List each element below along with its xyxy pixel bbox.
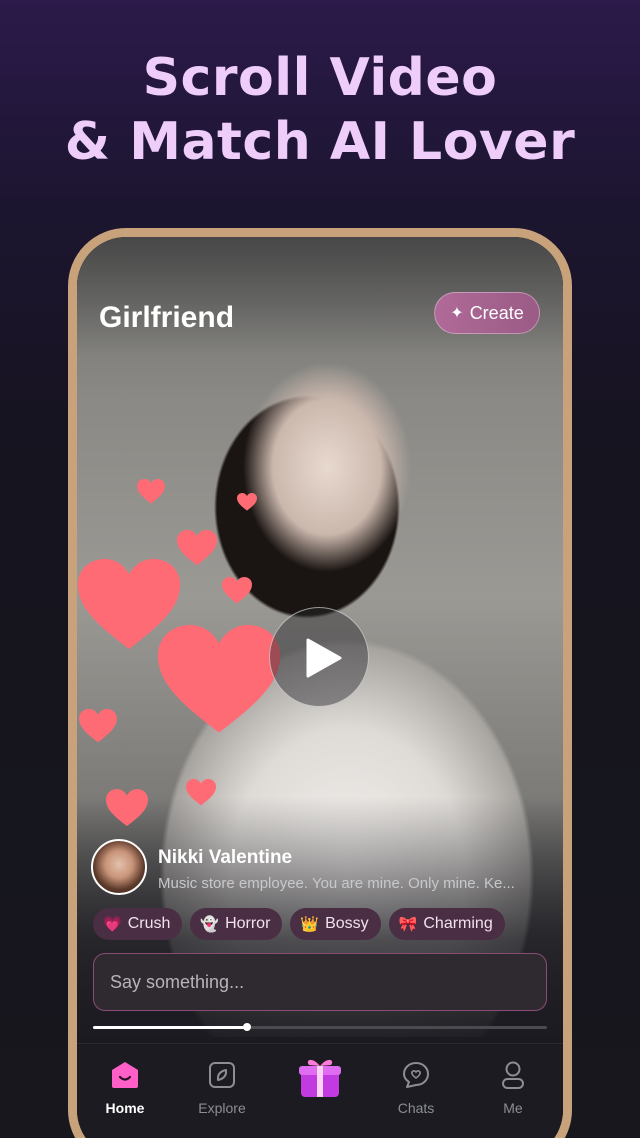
heart-icon <box>137 479 165 504</box>
promo-title: Scroll Video & Match AI Lover <box>0 46 640 174</box>
chats-icon <box>403 1062 429 1088</box>
heart-icon <box>222 577 252 604</box>
ghost-emoji-icon: 👻 <box>200 916 220 933</box>
tag-charming[interactable]: 🎀 Charming <box>388 908 505 940</box>
video-progress-fill <box>93 1026 248 1029</box>
tab-home[interactable]: Home <box>85 1058 165 1116</box>
promo-title-line-2: & Match AI Lover <box>64 112 576 172</box>
tab-label: Explore <box>198 1100 246 1116</box>
promo-title-line-1: Scroll Video <box>142 48 498 108</box>
home-icon <box>112 1062 138 1088</box>
message-input[interactable]: Say something... <box>93 953 547 1011</box>
tab-label: Home <box>105 1100 145 1116</box>
tag-label: Crush <box>127 915 171 932</box>
tag-crush[interactable]: 💗 Crush <box>93 908 183 940</box>
personality-tags: 💗 Crush 👻 Horror 👑 Bossy 🎀 Charming <box>93 908 505 940</box>
tab-chats[interactable]: Chats <box>376 1058 456 1116</box>
app-screen: Girlfriend ✦ Create Nikki Valentine Musi… <box>77 237 563 1138</box>
ribbon-emoji-icon: 🎀 <box>398 916 418 933</box>
tag-bossy[interactable]: 👑 Bossy <box>290 908 381 940</box>
tab-gift[interactable] <box>280 1052 360 1100</box>
tab-explore[interactable]: Explore <box>182 1058 262 1116</box>
heart-icon <box>177 530 217 566</box>
bottom-tab-bar: Home Explore Chats Me <box>77 1043 563 1138</box>
tag-label: Charming <box>423 915 493 932</box>
heart-icon <box>157 625 281 733</box>
tab-label: Chats <box>397 1100 435 1116</box>
tag-label: Bossy <box>325 915 369 932</box>
character-description: Music store employee. You are mine. Only… <box>158 875 515 892</box>
heart-icon <box>79 709 117 743</box>
profile-icon <box>502 1061 524 1089</box>
heart-icon <box>186 779 216 806</box>
create-button-label: Create <box>469 302 524 323</box>
page-title: Girlfriend <box>99 301 235 334</box>
message-input-placeholder: Say something... <box>110 971 245 992</box>
tab-me[interactable]: Me <box>473 1058 553 1116</box>
avatar[interactable] <box>91 839 147 895</box>
tab-label: Me <box>503 1100 523 1116</box>
play-icon <box>306 638 342 678</box>
play-button[interactable] <box>269 607 369 707</box>
heart-emoji-icon: 💗 <box>103 916 122 933</box>
tag-horror[interactable]: 👻 Horror <box>190 908 283 940</box>
create-button[interactable]: ✦ Create <box>434 292 540 334</box>
heart-icon <box>237 493 257 511</box>
phone-frame: Girlfriend ✦ Create Nikki Valentine Musi… <box>68 228 572 1138</box>
video-progress-bar[interactable] <box>93 1023 547 1031</box>
explore-icon <box>209 1062 235 1088</box>
sparkle-icon: ✦ <box>450 305 464 322</box>
gift-icon <box>299 1059 341 1097</box>
tag-label: Horror <box>225 915 271 932</box>
crown-emoji-icon: 👑 <box>300 916 320 933</box>
character-name[interactable]: Nikki Valentine <box>158 847 292 869</box>
heart-icon <box>106 789 148 827</box>
